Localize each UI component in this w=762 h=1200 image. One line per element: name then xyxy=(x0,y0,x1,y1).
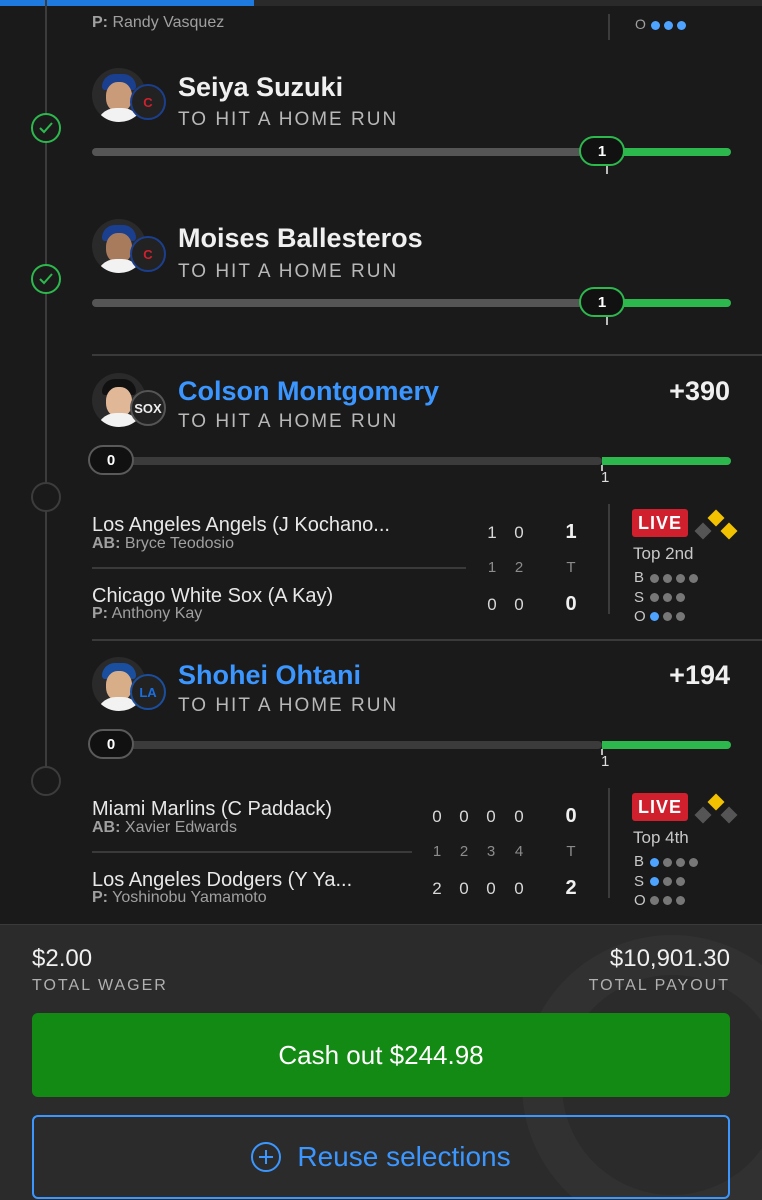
live-badge: LIVE xyxy=(632,509,688,537)
reuse-selections-button[interactable]: Reuse selections xyxy=(32,1115,730,1199)
base-second-icon xyxy=(707,793,725,811)
progress-value: 1 xyxy=(579,287,625,317)
dodgers-logo-icon: LA xyxy=(130,674,166,710)
total-payout: $10,901.30 xyxy=(609,945,730,972)
cubs-logo-icon: C xyxy=(130,236,166,272)
away-team: Miami Marlins (C Paddack) xyxy=(92,798,333,820)
player-name[interactable]: Colson Montgomery xyxy=(178,376,439,407)
outs-indicator: O xyxy=(635,16,686,32)
game-scoreboard[interactable]: Los Angeles Angels (J Kochano... AB: Bry… xyxy=(92,504,738,634)
pitcher-line: P: Randy Vasquez xyxy=(92,14,225,31)
pitcher-line: P: Anthony Kay xyxy=(92,605,203,622)
player-name[interactable]: Moises Ballesteros xyxy=(178,223,423,254)
cash-out-button[interactable]: Cash out $244.98 xyxy=(32,1013,730,1097)
at-bat-line: AB: Bryce Teodosio xyxy=(92,535,234,552)
total-wager-label: TOTAL WAGER xyxy=(32,977,168,994)
base-third-icon xyxy=(694,806,712,824)
odds: +390 xyxy=(669,376,730,406)
progress-value: 1 xyxy=(579,136,625,166)
progress-value: 0 xyxy=(88,729,134,759)
market-label: TO HIT A HOME RUN xyxy=(178,695,399,716)
cubs-logo-icon: C xyxy=(130,84,166,120)
progress-track xyxy=(92,299,592,307)
away-total: 1 xyxy=(565,521,577,543)
base-second-icon xyxy=(707,509,725,527)
home-total: 2 xyxy=(565,877,577,899)
inning-state: Top 2nd xyxy=(633,544,694,563)
total-payout-label: TOTAL PAYOUT xyxy=(588,977,730,994)
market-label: TO HIT A HOME RUN xyxy=(178,109,399,130)
player-name[interactable]: Shohei Ohtani xyxy=(178,660,361,691)
base-third-icon xyxy=(694,522,712,540)
total-wager: $2.00 xyxy=(32,945,93,972)
plus-circle-icon xyxy=(251,1142,282,1172)
leg-status-won-icon xyxy=(31,264,61,294)
progress-target: 1 xyxy=(601,753,610,770)
game-scoreboard[interactable]: Miami Marlins (C Paddack) AB: Xavier Edw… xyxy=(92,788,738,918)
away-team: Los Angeles Angels (J Kochano... xyxy=(92,514,390,536)
bet-footer: $2.00 TOTAL WAGER $10,901.30 TOTAL PAYOU… xyxy=(0,924,762,1200)
pitcher-line: P: Yoshinobu Yamamoto xyxy=(92,889,267,906)
partial-game-row: P: Randy Vasquez O xyxy=(92,14,732,40)
white-sox-logo-icon: SOX xyxy=(130,390,166,426)
player-name[interactable]: Seiya Suzuki xyxy=(178,72,343,103)
live-badge: LIVE xyxy=(632,793,688,821)
market-label: TO HIT A HOME RUN xyxy=(178,261,399,282)
progress-track xyxy=(92,457,602,465)
base-first-icon xyxy=(720,806,738,824)
away-total: 0 xyxy=(565,805,577,827)
leg-status-pending-icon xyxy=(31,482,61,512)
market-label: TO HIT A HOME RUN xyxy=(178,411,399,432)
progress-target: 1 xyxy=(601,469,610,486)
at-bat-line: AB: Xavier Edwards xyxy=(92,819,237,836)
home-total: 0 xyxy=(565,593,577,615)
leg-status-won-icon xyxy=(31,113,61,143)
inning-state: Top 4th xyxy=(633,828,689,847)
base-first-icon xyxy=(720,522,738,540)
odds: +194 xyxy=(669,660,730,690)
progress-value: 0 xyxy=(88,445,134,475)
leg-status-pending-icon xyxy=(31,766,61,796)
progress-track xyxy=(92,148,592,156)
progress-track xyxy=(92,741,602,749)
